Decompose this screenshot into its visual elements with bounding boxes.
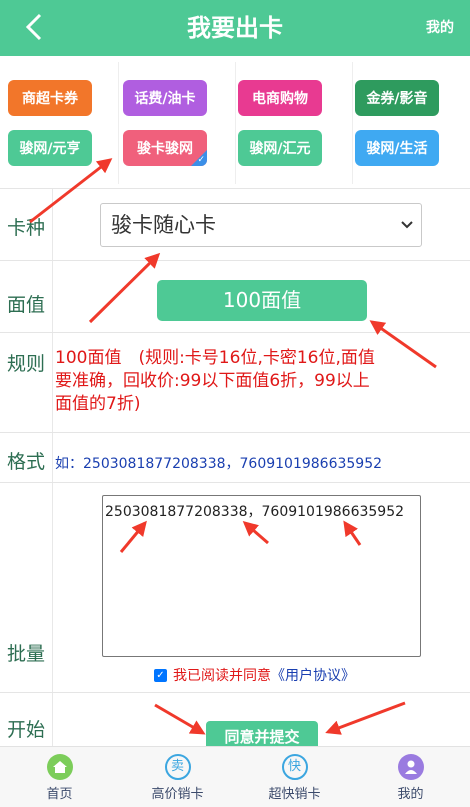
divider (118, 62, 119, 184)
batch-label: 批量 (7, 643, 46, 665)
batch-row: 批量 2503081877208338，7609101986635952 ✓ 我… (0, 482, 470, 692)
tab-mine[interactable]: 我的 (363, 747, 458, 807)
chevron-down-icon (401, 221, 413, 229)
card-type-label: 卡种 (7, 217, 46, 239)
tab-high-price[interactable]: 卖 高价销卡 (130, 747, 225, 807)
category-junka-junwang[interactable]: 骏卡骏网 ✓ (123, 130, 207, 166)
user-agreement-link[interactable]: 《用户协议》 (271, 665, 355, 685)
rule-text: 100面值 (规则:卡号16位,卡密16位,面值要准确，回收价:99以下面值6折… (55, 348, 375, 414)
tab-home[interactable]: 首页 (12, 747, 107, 807)
page-title: 我要出卡 (187, 14, 283, 42)
batch-textarea[interactable]: 2503081877208338，7609101986635952 (102, 495, 421, 657)
category-junwang-shenghuo[interactable]: 骏网/生活 (355, 130, 439, 166)
card-type-row: 卡种 骏卡随心卡 (0, 188, 470, 260)
divider (352, 62, 353, 184)
card-type-select[interactable]: 骏卡随心卡 (100, 203, 422, 247)
kuai-icon: 快 (281, 754, 308, 780)
start-row: 开始 同意并提交 (0, 692, 470, 753)
divider (235, 62, 236, 184)
agreement: ✓ 我已阅读并同意 《用户协议》 (154, 665, 355, 685)
my-link[interactable]: 我的 (426, 0, 454, 56)
rule-label: 规则 (7, 353, 46, 375)
user-icon (397, 754, 424, 780)
rule-row: 规则 100面值 (规则:卡号16位,卡密16位,面值要准确，回收价:99以下面… (0, 332, 470, 432)
category-dianshang[interactable]: 电商购物 (238, 80, 322, 116)
agreement-checkbox[interactable]: ✓ (154, 668, 167, 682)
format-label: 格式 (7, 451, 46, 473)
format-example: 如：2503081877208338，7609101986635952 (55, 456, 383, 472)
category-huafei[interactable]: 话费/油卡 (123, 80, 207, 116)
format-row: 格式 如：2503081877208338，7609101986635952 (0, 432, 470, 482)
bottom-tab-bar: 首页 卖 高价销卡 快 超快销卡 我的 (0, 746, 470, 807)
agreement-text: 我已阅读并同意 (173, 668, 271, 684)
home-icon (46, 754, 73, 780)
category-junwang-yuanheng[interactable]: 骏网/元亨 (8, 130, 92, 166)
top-bar: 我要出卡 我的 (0, 0, 470, 56)
face-value-button[interactable]: 100面值 (157, 280, 367, 321)
check-icon: ✓ (197, 155, 205, 165)
category-shangchao[interactable]: 商超卡券 (8, 80, 92, 116)
start-label: 开始 (7, 719, 46, 741)
face-value-label: 面值 (7, 294, 46, 316)
tab-fast-sell[interactable]: 快 超快销卡 (247, 747, 342, 807)
face-value-row: 面值 100面值 (0, 260, 470, 332)
category-junwang-huiyuan[interactable]: 骏网/汇元 (238, 130, 322, 166)
category-jinquan[interactable]: 金券/影音 (355, 80, 439, 116)
mai-icon: 卖 (164, 754, 191, 780)
